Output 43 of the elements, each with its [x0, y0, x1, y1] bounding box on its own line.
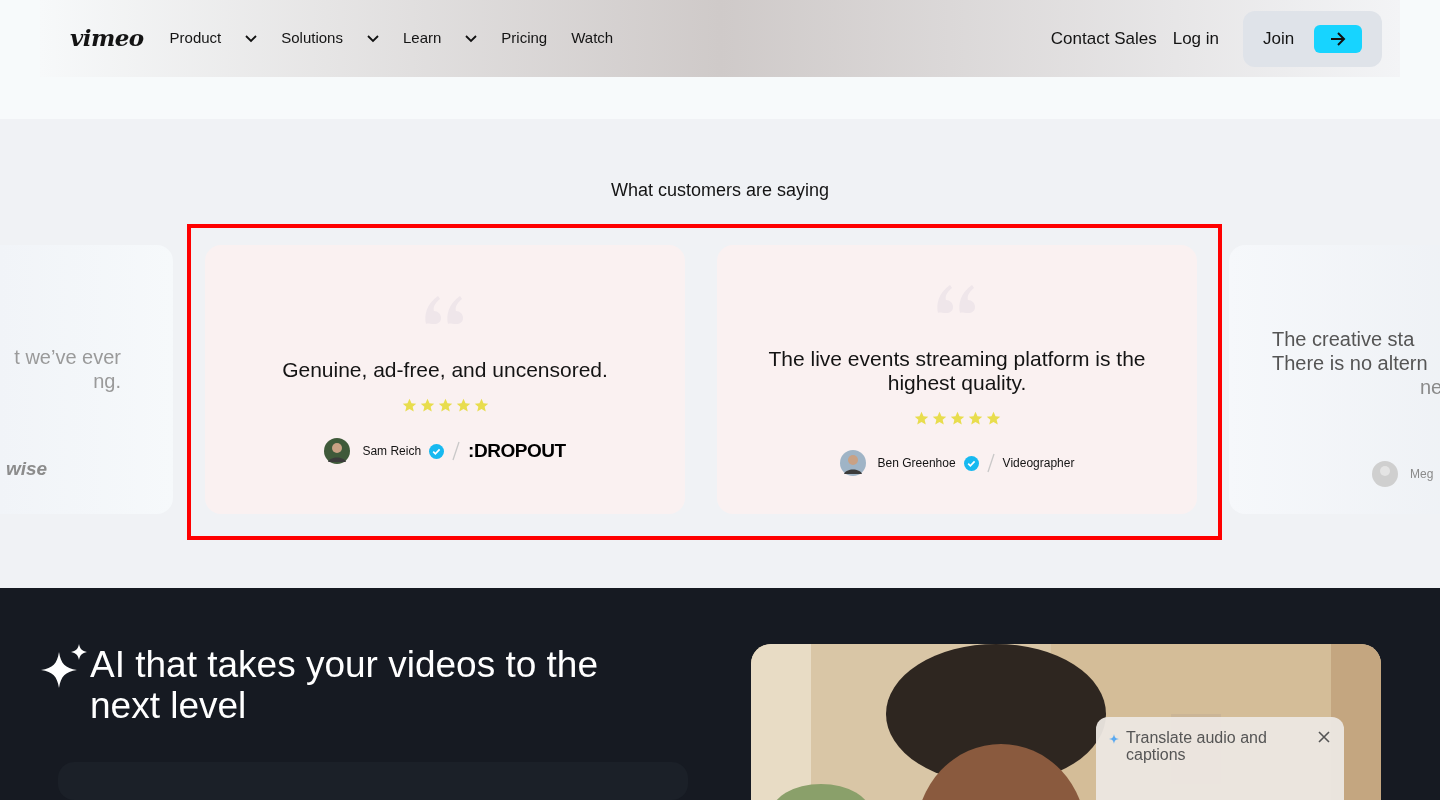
star-icon [473, 397, 489, 413]
brand-logo: :DROPOUT [468, 438, 566, 463]
testimonial-quote-fragment: t we’ve ever [14, 344, 121, 369]
star-icon [985, 411, 1001, 426]
panel-title: Translate audio and captions [1126, 729, 1268, 763]
arrow-right-icon [1314, 24, 1362, 53]
section-heading: AI that takes your videos to the next level [90, 644, 599, 726]
nav-link[interactable]: Solutions [281, 27, 343, 50]
nav-link[interactable]: Pricing [501, 27, 548, 50]
author-name: Sam Reich [362, 443, 422, 460]
star-icon [455, 397, 471, 413]
join-button[interactable]: Join [1243, 10, 1382, 67]
nav-link[interactable]: Watch [571, 27, 614, 50]
star-icon [401, 397, 417, 413]
slash-divider-icon [986, 453, 995, 473]
author-name: Meg [1410, 466, 1434, 483]
testimonial-quote-fragment: The creative sta [1272, 327, 1416, 351]
testimonial-quote-fragment: ng. [93, 368, 121, 393]
star-icon [967, 411, 983, 426]
verified-icon [429, 443, 445, 459]
close-button[interactable] [1318, 731, 1330, 743]
author-role: Videographer [1002, 455, 1075, 472]
testimonial-quote-fragment: There is no altern [1272, 351, 1429, 375]
star-icon [931, 411, 947, 426]
avatar-icon [324, 438, 351, 464]
vimeo-logo[interactable]: vimeo [70, 21, 144, 56]
author-name: Ben Greenhoe [877, 455, 956, 472]
slash-divider-icon [452, 441, 461, 461]
testimonial-quote: The live events streaming platform is the highest quality. [767, 347, 1147, 395]
avatar-icon [1372, 461, 1398, 487]
nav-link[interactable]: Product [169, 27, 222, 50]
testimonial-quote: Genuine, ad-free, and uncensored. [282, 357, 608, 382]
nav-link[interactable]: Contact Sales [1050, 25, 1157, 52]
star-icon [419, 397, 435, 413]
section-title: What customers are saying [609, 179, 831, 202]
nav-link[interactable]: Log in [1172, 25, 1219, 52]
star-icon [913, 411, 929, 426]
brand-logo: wise [6, 457, 48, 481]
nav-link[interactable]: Learn [402, 27, 442, 50]
avatar-icon [839, 450, 866, 476]
star-icon [437, 397, 453, 413]
verified-icon [963, 455, 979, 471]
star-icon [949, 411, 965, 426]
